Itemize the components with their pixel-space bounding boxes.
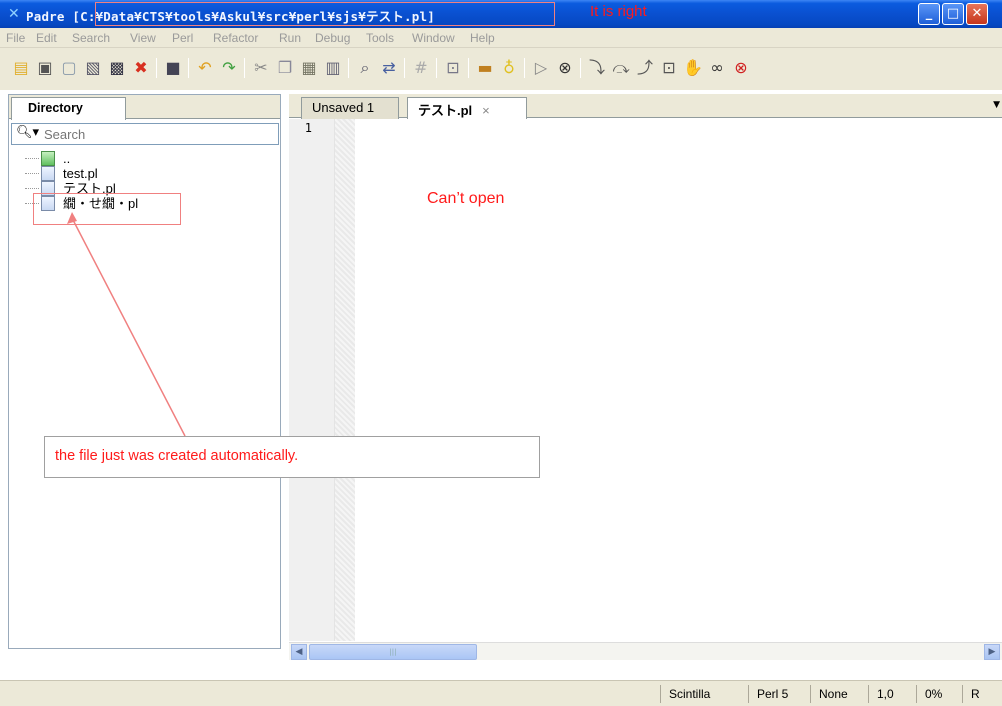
step-over-icon[interactable]: ⤼	[610, 57, 632, 79]
directory-search: 🔍︎▾	[11, 123, 279, 145]
search-icon[interactable]: 🔍︎▾	[16, 125, 39, 140]
tab-list-arrow-icon[interactable]: ▼	[993, 100, 1000, 110]
menu-view[interactable]: View	[130, 31, 156, 45]
directory-tabstrip: Directory	[9, 95, 280, 120]
scroll-left-icon[interactable]: ◀	[291, 644, 307, 660]
status-mode: None	[810, 685, 848, 703]
title-annotation: It is right	[590, 3, 647, 20]
menu-help[interactable]: Help	[470, 31, 495, 45]
status-percent: 0%	[916, 685, 942, 703]
maximize-button[interactable]: □	[942, 3, 964, 25]
tree-item-label: ..	[63, 151, 71, 166]
tab-label: テスト.pl	[418, 103, 473, 118]
scroll-thumb[interactable]: |||	[309, 644, 477, 660]
quit-debug-icon[interactable]: ⊗	[730, 57, 752, 79]
tree-item-label: テスト.pl	[63, 181, 116, 196]
console-icon[interactable]: ■	[162, 57, 184, 79]
title-bar: ✕ Padre [C:¥Data¥CTS¥tools¥Askul¥src¥per…	[0, 0, 1002, 28]
stop-icon[interactable]: ⊗	[554, 57, 576, 79]
file-icon	[41, 181, 55, 196]
save-all-icon[interactable]: ▩	[106, 57, 128, 79]
tree-item-test-jp-pl[interactable]: テスト.pl	[19, 181, 138, 196]
menu-window[interactable]: Window	[412, 31, 455, 45]
save-icon[interactable]: ▢	[58, 57, 80, 79]
run-to-cursor-icon[interactable]: ⊡	[658, 57, 680, 79]
search-input[interactable]	[44, 125, 272, 143]
menu-bar: File Edit Search View Perl Refactor Run …	[0, 28, 1002, 48]
comment-icon[interactable]: #	[410, 57, 432, 79]
scroll-right-icon[interactable]: ▶	[984, 644, 1000, 660]
tree-item-garbled-pl[interactable]: 繝・せ繝・pl	[19, 196, 138, 211]
editor-tabstrip: Unsaved 1 テスト.pl × ▼	[289, 94, 1002, 119]
copy-icon[interactable]: ❐	[274, 57, 296, 79]
menu-refactor[interactable]: Refactor	[213, 31, 258, 45]
save-as-icon[interactable]: ▧	[82, 57, 104, 79]
paste-icon[interactable]: ▦	[298, 57, 320, 79]
menu-search[interactable]: Search	[72, 31, 110, 45]
status-language: Perl 5	[748, 685, 788, 703]
tree-item-label: test.pl	[63, 166, 98, 181]
callout-box: the file just was created automatically.	[44, 436, 540, 478]
menu-perl[interactable]: Perl	[172, 31, 193, 45]
horizontal-scrollbar[interactable]: ◀ ||| ▶	[289, 642, 1002, 660]
tab-test-jp-pl[interactable]: テスト.pl ×	[407, 97, 527, 119]
step-in-icon[interactable]: ⤵	[586, 57, 608, 79]
replace-icon[interactable]: ⇄	[378, 57, 400, 79]
undo-icon[interactable]: ↶	[194, 57, 216, 79]
menu-run[interactable]: Run	[279, 31, 301, 45]
close-window-button[interactable]: ✕	[966, 3, 988, 25]
menu-file[interactable]: File	[6, 31, 25, 45]
window-title-path: [C:¥Data¥CTS¥tools¥Askul¥src¥perl¥sjs¥テス…	[72, 9, 435, 24]
close-tab-icon[interactable]: ×	[482, 103, 490, 118]
find-in-files-icon[interactable]: ⊡	[442, 57, 464, 79]
fold-margin	[335, 119, 355, 641]
window-title: Padre [C:¥Data¥CTS¥tools¥Askul¥src¥perl¥…	[26, 9, 435, 24]
line-number: 1	[304, 121, 312, 135]
tree-item-parent[interactable]: ..	[19, 151, 138, 166]
status-bar: Scintilla Perl 5 None 1,0 0% R	[0, 680, 1002, 706]
folder-up-icon	[41, 151, 55, 166]
select-all-icon[interactable]: ▥	[322, 57, 344, 79]
bulb-icon[interactable]: ♁	[498, 57, 520, 79]
tree-item-label: 繝・せ繝・pl	[63, 196, 139, 211]
menu-tools[interactable]: Tools	[366, 31, 394, 45]
file-icon	[41, 196, 55, 211]
tab-unsaved-1[interactable]: Unsaved 1	[301, 97, 399, 119]
step-out-icon[interactable]: ⤴	[634, 57, 656, 79]
directory-panel: Directory 🔍︎▾ .. test.pl テスト.pl 繝・せ繝・pl	[8, 94, 281, 649]
menu-edit[interactable]: Edit	[36, 31, 57, 45]
find-icon[interactable]: ⌕	[354, 57, 376, 79]
redo-icon[interactable]: ↷	[218, 57, 240, 79]
close-file-icon[interactable]: ✖	[130, 57, 152, 79]
open-icon[interactable]: ▣	[34, 57, 56, 79]
cant-open-annotation: Can’t open	[427, 190, 505, 207]
status-rw: R	[962, 685, 980, 703]
tab-label: Unsaved 1	[312, 100, 375, 115]
run-icon[interactable]: ▷	[530, 57, 552, 79]
tree-item-test-pl[interactable]: test.pl	[19, 166, 138, 181]
tab-directory[interactable]: Directory	[11, 97, 126, 120]
file-icon	[41, 166, 55, 181]
minimize-button[interactable]: _	[918, 3, 940, 25]
line-number-gutter: 1	[289, 119, 335, 641]
status-engine: Scintilla	[660, 685, 710, 703]
watch-icon[interactable]: ∞	[706, 57, 728, 79]
open-folder-icon[interactable]: ▬	[474, 57, 496, 79]
toolbar: ▤ ▣ ▢ ▧ ▩ ✖ ■ ↶ ↷ ✂ ❐ ▦ ▥ ⌕ ⇄ # ⊡ ▬ ♁ ▷ …	[0, 48, 1002, 90]
file-tree: .. test.pl テスト.pl 繝・せ繝・pl	[19, 151, 138, 211]
callout-text: the file just was created automatically.	[55, 448, 299, 464]
breakpoint-icon[interactable]: ✋	[682, 57, 704, 79]
editor-area: Unsaved 1 テスト.pl × ▼ 1 ◀ ||| ▶	[289, 94, 1002, 669]
status-position: 1,0	[868, 685, 894, 703]
padre-butterfly-icon: ✕	[8, 6, 20, 22]
cut-icon[interactable]: ✂	[250, 57, 272, 79]
new-file-icon[interactable]: ▤	[10, 57, 32, 79]
menu-debug[interactable]: Debug	[315, 31, 350, 45]
